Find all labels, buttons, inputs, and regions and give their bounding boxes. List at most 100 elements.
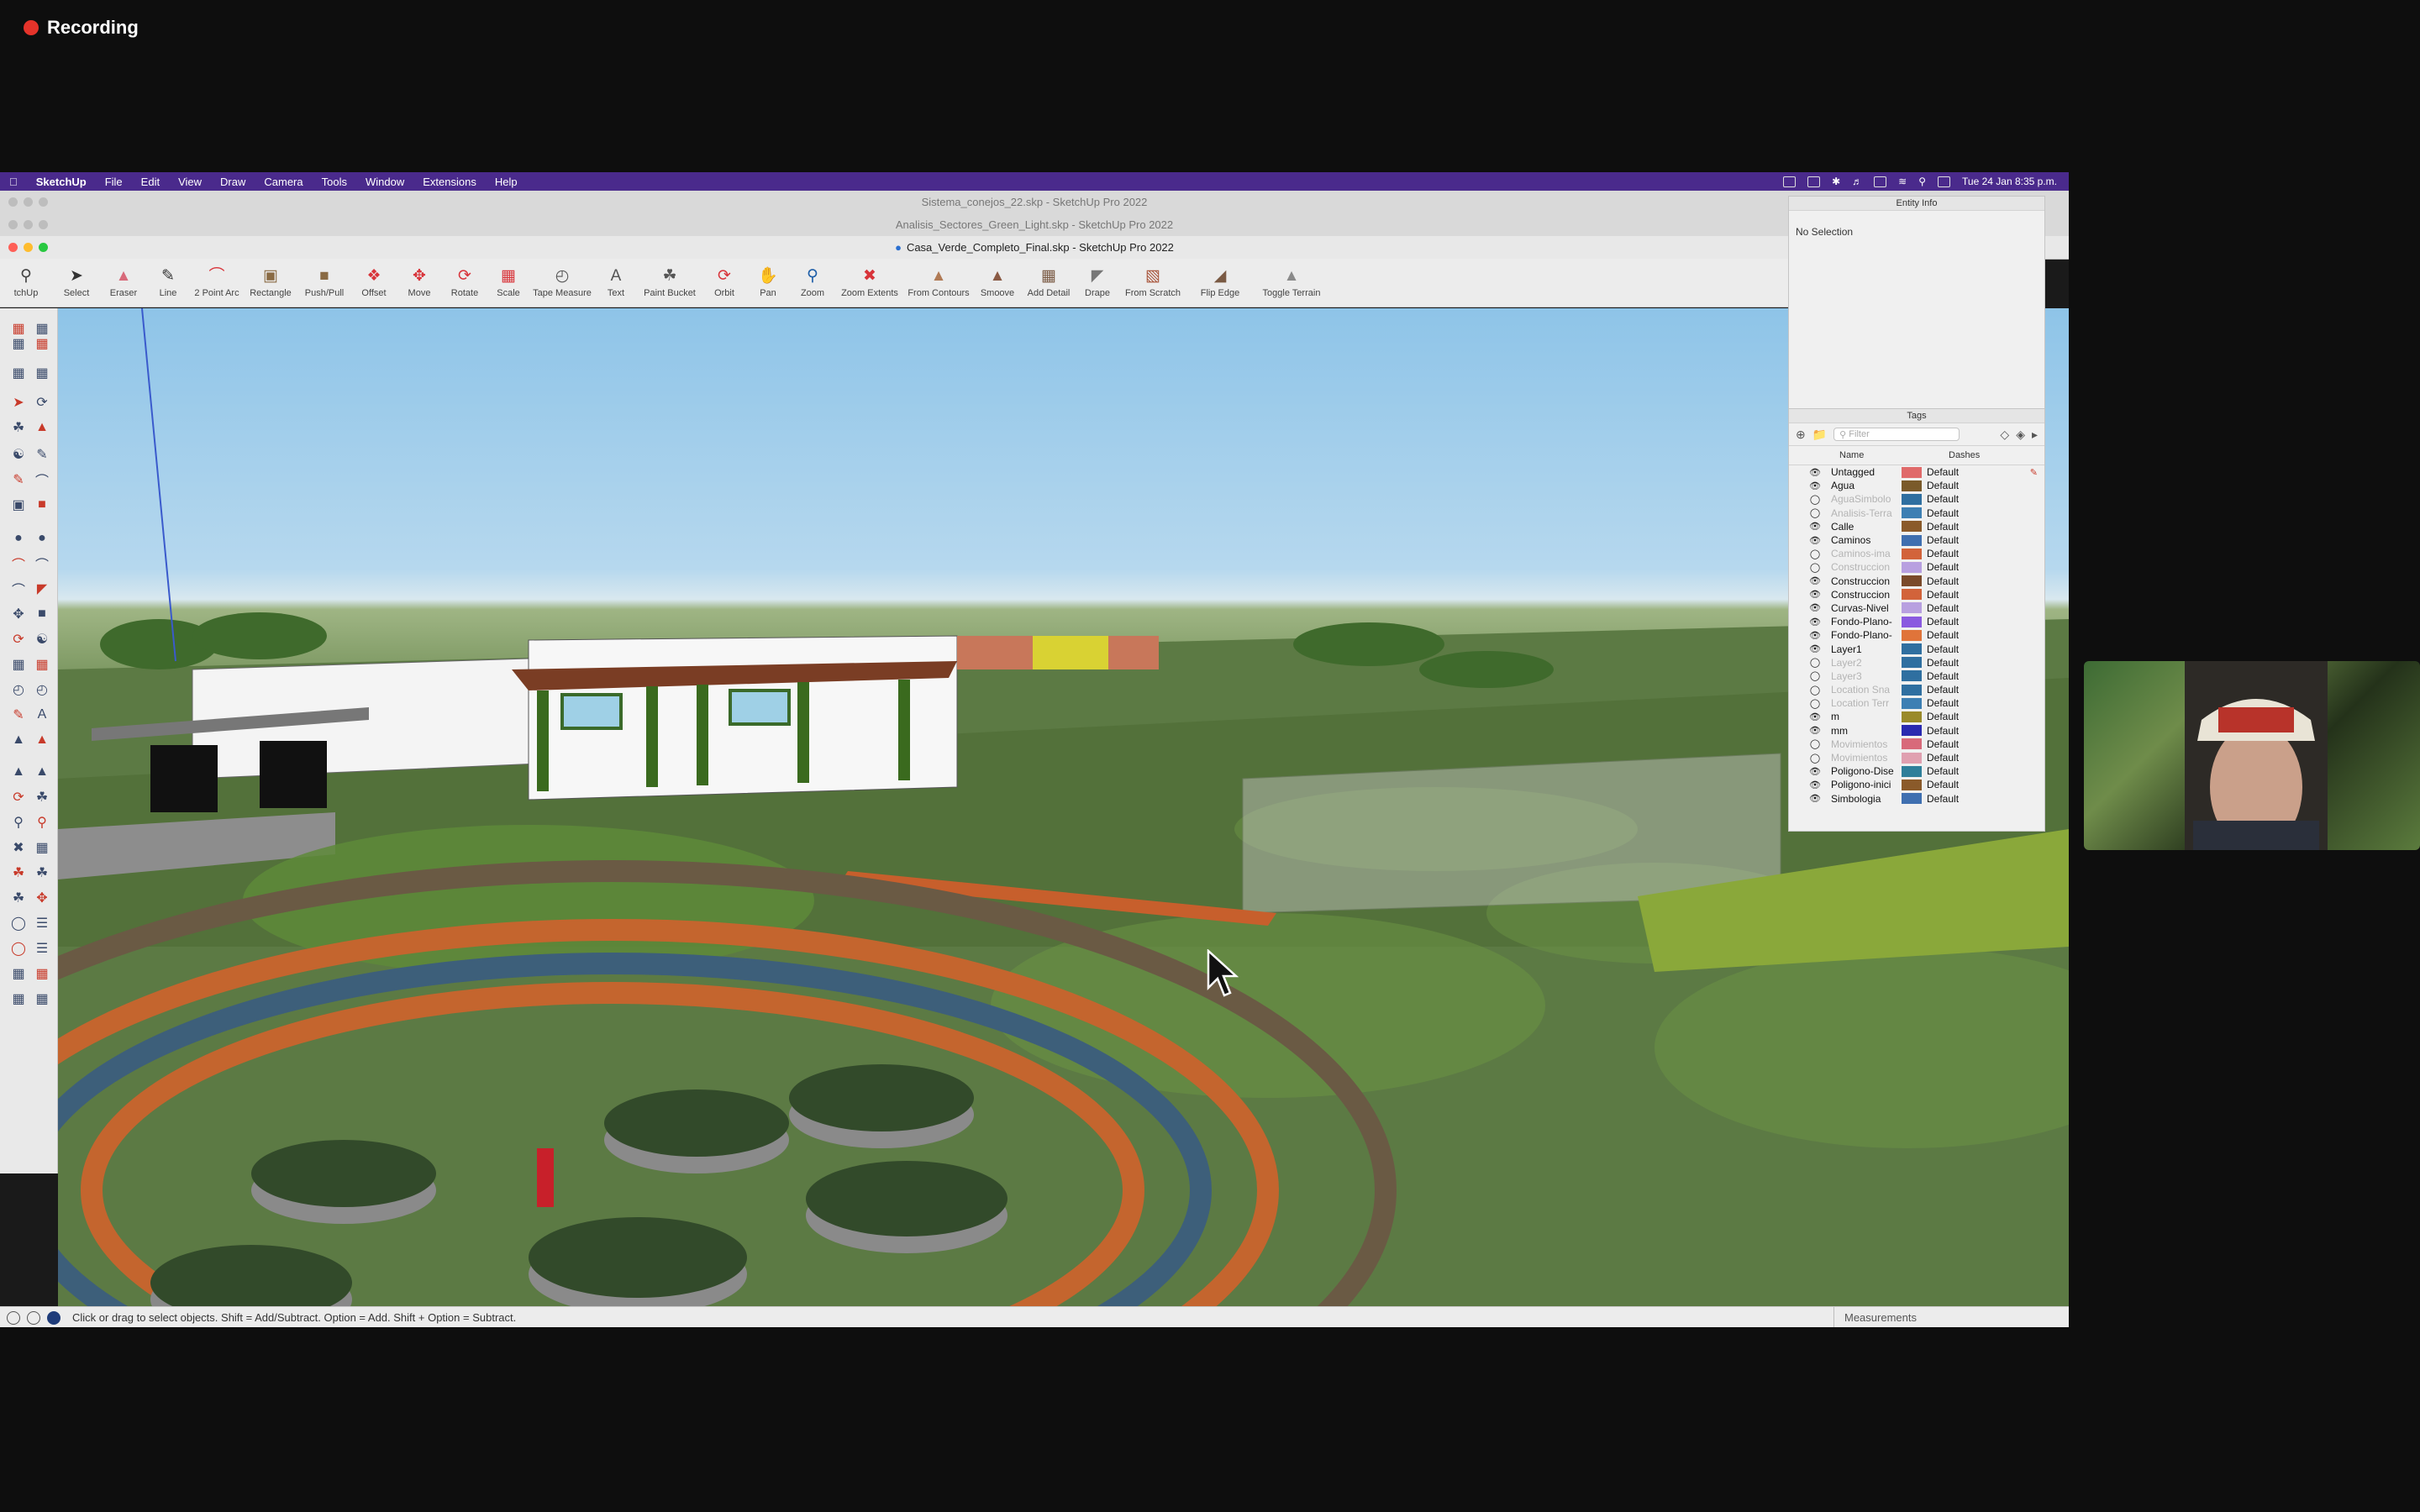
measurements-box[interactable]: Measurements [1833, 1307, 2067, 1327]
tag-color-swatch[interactable] [1902, 657, 1922, 669]
tool-tape-measure[interactable]: ◴ Tape Measure [529, 259, 595, 299]
tool-orbit[interactable]: ⟳ Orbit [702, 259, 746, 299]
left-tool-icon[interactable]: ☘ [32, 787, 52, 807]
tag-row[interactable]: ◯ Analisis-Terra Default [1789, 507, 2044, 520]
eye-hidden-icon[interactable]: ◯ [1804, 657, 1826, 668]
left-tool-icon[interactable]: ☘ [8, 888, 29, 908]
left-tool-icon[interactable]: ▦ [8, 363, 29, 383]
tag-name[interactable]: Untagged [1831, 466, 1900, 478]
tag-color-swatch[interactable] [1902, 561, 1922, 573]
tag-row[interactable]: ◯ Layer3 Default [1789, 669, 2044, 683]
window-titlebar-back1[interactable]: Analisis_Sectores_Green_Light.skp - Sket… [0, 213, 2069, 237]
tool-move[interactable]: ✥ Move [397, 259, 442, 299]
tool-select[interactable]: ➤ Select [52, 259, 101, 299]
menu-window[interactable]: Window [356, 176, 413, 188]
tag-color-swatch[interactable] [1902, 534, 1922, 546]
tag-row[interactable]: ◯ Construccion Default [1789, 560, 2044, 574]
tag-dashes[interactable]: Default [1927, 793, 1959, 805]
tag-row[interactable]: 👁 mm Default [1789, 724, 2044, 738]
menu-file[interactable]: File [96, 176, 132, 188]
left-tool-icon[interactable]: ◴ [8, 680, 29, 700]
tag-dashes[interactable]: Default [1927, 561, 1959, 573]
left-tool-icon[interactable]: ☰ [32, 938, 52, 958]
tag-row[interactable]: 👁 Fondo-Plano- Default [1789, 615, 2044, 628]
tag-dashes[interactable]: Default [1927, 752, 1959, 764]
tag-color-swatch[interactable] [1902, 711, 1922, 722]
tag-name[interactable]: Caminos-ima [1831, 548, 1900, 559]
tag-name[interactable]: mm [1831, 725, 1900, 737]
left-tool-icon[interactable]: ☘ [8, 417, 29, 438]
tool-line[interactable]: ✎ Line [146, 259, 190, 299]
eye-visible-icon[interactable]: 👁 [1804, 589, 1826, 600]
tag-color-swatch[interactable] [1902, 589, 1922, 601]
tool-eraser[interactable]: ▲ Eraser [101, 259, 146, 299]
eye-visible-icon[interactable]: 👁 [1804, 630, 1826, 641]
tag-color-swatch[interactable] [1902, 643, 1922, 655]
tag-dashes[interactable]: Default [1927, 507, 1959, 519]
left-tool-icon[interactable]: ▲ [8, 730, 29, 750]
tag-dashes[interactable]: Default [1927, 480, 1959, 491]
tag-name[interactable]: Construccion [1831, 561, 1900, 573]
tag-color-swatch[interactable] [1902, 480, 1922, 491]
tag-row[interactable]: 👁 Poligono-inici Default [1789, 778, 2044, 791]
geo-location-icon[interactable] [7, 1310, 20, 1325]
tag-dashes[interactable]: Default [1927, 697, 1959, 709]
account-icon[interactable] [47, 1310, 60, 1325]
eye-hidden-icon[interactable]: ◯ [1804, 494, 1826, 505]
tag-color-swatch[interactable] [1902, 507, 1922, 519]
tag-row[interactable]: 👁 Curvas-Nivel Default [1789, 601, 2044, 615]
tag-name[interactable]: Simbologia [1831, 793, 1900, 805]
tool-zoom-extents[interactable]: ✖ Zoom Extents [835, 259, 904, 299]
tag-name[interactable]: Movimientos [1831, 738, 1900, 750]
eye-visible-icon[interactable]: 👁 [1804, 617, 1826, 627]
tool-zoom[interactable]: ⚲ Zoom [790, 259, 835, 299]
tag-dashes[interactable]: Default [1927, 616, 1959, 627]
eye-visible-icon[interactable]: 👁 [1804, 643, 1826, 654]
tag-dashes[interactable]: Default [1927, 657, 1959, 669]
left-tool-icon[interactable]: ◤ [32, 579, 52, 599]
tag-color-swatch[interactable] [1902, 602, 1922, 614]
tag-row[interactable]: 👁 Calle Default [1789, 520, 2044, 533]
tag-dashes[interactable]: Default [1927, 589, 1959, 601]
eye-hidden-icon[interactable]: ◯ [1804, 670, 1826, 681]
tool-flip-edge[interactable]: ◢ Flip Edge [1186, 259, 1254, 299]
search-sketchup-button[interactable]: ⚲ tchUp [5, 259, 47, 299]
left-tool-icon[interactable]: ✎ [32, 444, 52, 465]
name-column-header[interactable]: Name [1839, 450, 1949, 460]
left-tool-icon[interactable]: ☰ [32, 913, 52, 933]
tag-row[interactable]: 👁 Untagged Default ✎ [1789, 465, 2044, 479]
model-viewport[interactable] [58, 308, 2069, 1312]
display-icon[interactable] [1807, 176, 1821, 187]
tag-color-swatch[interactable] [1902, 738, 1922, 750]
dashes-column-header[interactable]: Dashes [1949, 450, 1980, 460]
tag-row[interactable]: 👁 Layer1 Default [1789, 642, 2044, 655]
tag-name[interactable]: Construccion [1831, 575, 1900, 587]
add-folder-icon[interactable]: 📁 [1812, 428, 1827, 442]
left-tool-icon[interactable]: ▦ [32, 333, 52, 354]
tag-dashes[interactable]: Default [1927, 575, 1959, 587]
tag-name[interactable]: Poligono-inici [1831, 779, 1900, 790]
app-menu[interactable]: SketchUp [27, 176, 96, 188]
entity-info-title[interactable]: Entity Info [1789, 197, 2044, 211]
tag-row[interactable]: ◯ Location Sna Default [1789, 683, 2044, 696]
tag-name[interactable]: Construccion [1831, 589, 1900, 601]
minimize-window-button[interactable] [24, 220, 33, 229]
tag-color-swatch[interactable] [1902, 779, 1922, 790]
tag-name[interactable]: Layer1 [1831, 643, 1900, 655]
tag-color-swatch[interactable] [1902, 725, 1922, 737]
left-tool-icon[interactable]: ⌒ [8, 579, 29, 599]
eye-visible-icon[interactable]: 👁 [1804, 480, 1826, 491]
left-tool-icon[interactable]: ▲ [8, 762, 29, 782]
tags-filter-input[interactable]: ⚲ Filter [1833, 428, 1960, 441]
tool-add-detail[interactable]: ▦ Add Detail [1022, 259, 1076, 299]
tag-dashes[interactable]: Default [1927, 765, 1959, 777]
tag-row[interactable]: ◯ Location Terr Default [1789, 696, 2044, 710]
tag-row[interactable]: ◯ AguaSimbolo Default [1789, 492, 2044, 506]
window-titlebar-back2[interactable]: Sistema_conejos_22.skp - SketchUp Pro 20… [0, 191, 2069, 214]
tag-name[interactable]: Fondo-Plano- [1831, 616, 1900, 627]
eye-visible-icon[interactable]: 👁 [1804, 575, 1826, 586]
tag-tool-icon[interactable]: ◈ [2016, 428, 2025, 442]
left-tool-icon[interactable]: ⟳ [8, 629, 29, 649]
left-tool-icon[interactable]: ⌒ [8, 554, 29, 574]
tool-push-pull[interactable]: ■ Push/Pull [297, 259, 351, 299]
